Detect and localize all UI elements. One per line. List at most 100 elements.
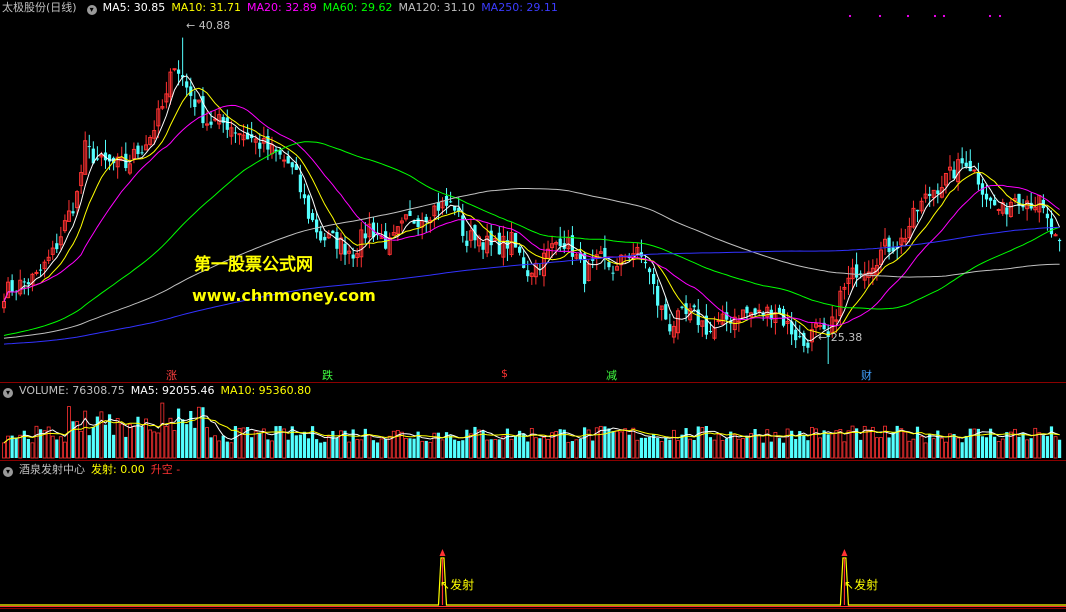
candle-body bbox=[384, 231, 388, 249]
volume-bar bbox=[777, 438, 782, 458]
watermark-url: www.chnmoney.com bbox=[192, 286, 376, 305]
volume-bar bbox=[838, 429, 843, 459]
volume-bar bbox=[931, 438, 936, 459]
high-marker: ← 40.88 bbox=[186, 19, 231, 32]
volume-bar bbox=[939, 437, 944, 459]
volume-bar bbox=[193, 427, 197, 458]
volume-bar bbox=[741, 437, 745, 459]
candle-body bbox=[664, 304, 668, 320]
candle-body bbox=[607, 262, 611, 268]
volume-bar bbox=[485, 439, 490, 459]
volume-bar bbox=[1045, 436, 1050, 458]
volume-bar bbox=[14, 437, 18, 458]
volume-bar bbox=[266, 439, 270, 458]
volume-bar bbox=[806, 440, 810, 458]
candle-body bbox=[818, 325, 823, 328]
candle-body bbox=[647, 268, 652, 273]
volume-bar bbox=[420, 440, 425, 459]
volume-bar bbox=[769, 441, 773, 458]
volume-bar bbox=[473, 426, 477, 458]
volume-bar bbox=[185, 424, 189, 458]
candle-body bbox=[258, 142, 262, 149]
volume-bar bbox=[570, 441, 574, 458]
volume-bar bbox=[732, 434, 737, 459]
launch-text-2: 发射 bbox=[854, 578, 879, 592]
volume-bar bbox=[708, 437, 713, 458]
volume-bar bbox=[404, 437, 408, 459]
volume-bar bbox=[189, 410, 193, 458]
volume-bar bbox=[253, 431, 258, 459]
volume-bar bbox=[99, 411, 104, 459]
candle-body bbox=[408, 210, 412, 216]
volume-bar bbox=[294, 435, 298, 458]
candle-body bbox=[363, 233, 367, 239]
volume-bar bbox=[729, 431, 733, 458]
volume-bar bbox=[846, 430, 851, 459]
candle-body bbox=[988, 197, 993, 201]
volume-bar bbox=[692, 439, 696, 458]
volume-bar bbox=[286, 439, 290, 458]
candle-body bbox=[745, 306, 749, 314]
volume-bar bbox=[58, 436, 63, 459]
volume-bar bbox=[712, 439, 717, 459]
candle-body bbox=[10, 280, 14, 293]
volume-bar bbox=[879, 437, 883, 459]
volume-bar bbox=[1025, 439, 1030, 459]
candle-body bbox=[176, 69, 181, 74]
launch-tip bbox=[841, 549, 848, 556]
volume-bar bbox=[566, 441, 571, 459]
volume-bar bbox=[428, 441, 433, 459]
volume-bar bbox=[591, 440, 595, 458]
signal-zhang: 涨 bbox=[166, 369, 177, 382]
volume-bar bbox=[859, 439, 863, 458]
volume-bar bbox=[830, 433, 835, 459]
stock-chart[interactable] bbox=[0, 0, 1066, 612]
volume-bar bbox=[533, 437, 538, 459]
candle-body bbox=[680, 306, 684, 308]
candle-body bbox=[26, 282, 30, 285]
volume-bar bbox=[323, 441, 327, 458]
volume-bar bbox=[928, 434, 932, 458]
volume-bar bbox=[688, 438, 693, 459]
volume-bar bbox=[124, 436, 128, 458]
volume-bar bbox=[1041, 435, 1045, 458]
volume-bar bbox=[26, 438, 30, 458]
launch-text-1: 发射 bbox=[450, 578, 475, 592]
volume-bar bbox=[160, 402, 165, 459]
volume-bar bbox=[225, 441, 229, 458]
volume-bar bbox=[2, 442, 6, 459]
volume-bar bbox=[379, 438, 384, 459]
volume-bar bbox=[363, 428, 367, 458]
volume-bar bbox=[810, 427, 814, 459]
candle-body bbox=[513, 232, 518, 248]
candle-body bbox=[993, 199, 997, 206]
candle-body bbox=[1005, 207, 1009, 215]
volume-bar bbox=[785, 428, 790, 459]
candle-body bbox=[716, 320, 721, 323]
candle-body bbox=[71, 211, 75, 214]
launch-label-2: ↖发射 bbox=[844, 578, 879, 592]
volume-bar bbox=[615, 430, 619, 459]
ma5-line bbox=[3, 75, 1061, 342]
volume-bar bbox=[1033, 427, 1038, 459]
candle-body bbox=[915, 209, 920, 212]
signal-dot bbox=[933, 14, 937, 18]
candle-body bbox=[424, 216, 428, 222]
candle-body bbox=[237, 133, 242, 136]
volume-bar bbox=[582, 427, 587, 458]
volume-bar bbox=[217, 440, 222, 459]
candle-body bbox=[323, 236, 327, 241]
candle-body bbox=[55, 243, 59, 250]
signal-dot bbox=[848, 14, 852, 18]
candle-body bbox=[233, 132, 238, 134]
volume-bar bbox=[315, 439, 319, 458]
candle-body bbox=[1045, 213, 1050, 219]
candle-body bbox=[968, 160, 972, 172]
candle-body bbox=[290, 162, 294, 168]
volume-bar bbox=[335, 437, 339, 458]
candle-body bbox=[996, 209, 1001, 212]
candle-body bbox=[781, 308, 786, 326]
volume-bar bbox=[915, 426, 920, 458]
volume-bar bbox=[18, 434, 23, 459]
volume-bar bbox=[526, 441, 530, 458]
